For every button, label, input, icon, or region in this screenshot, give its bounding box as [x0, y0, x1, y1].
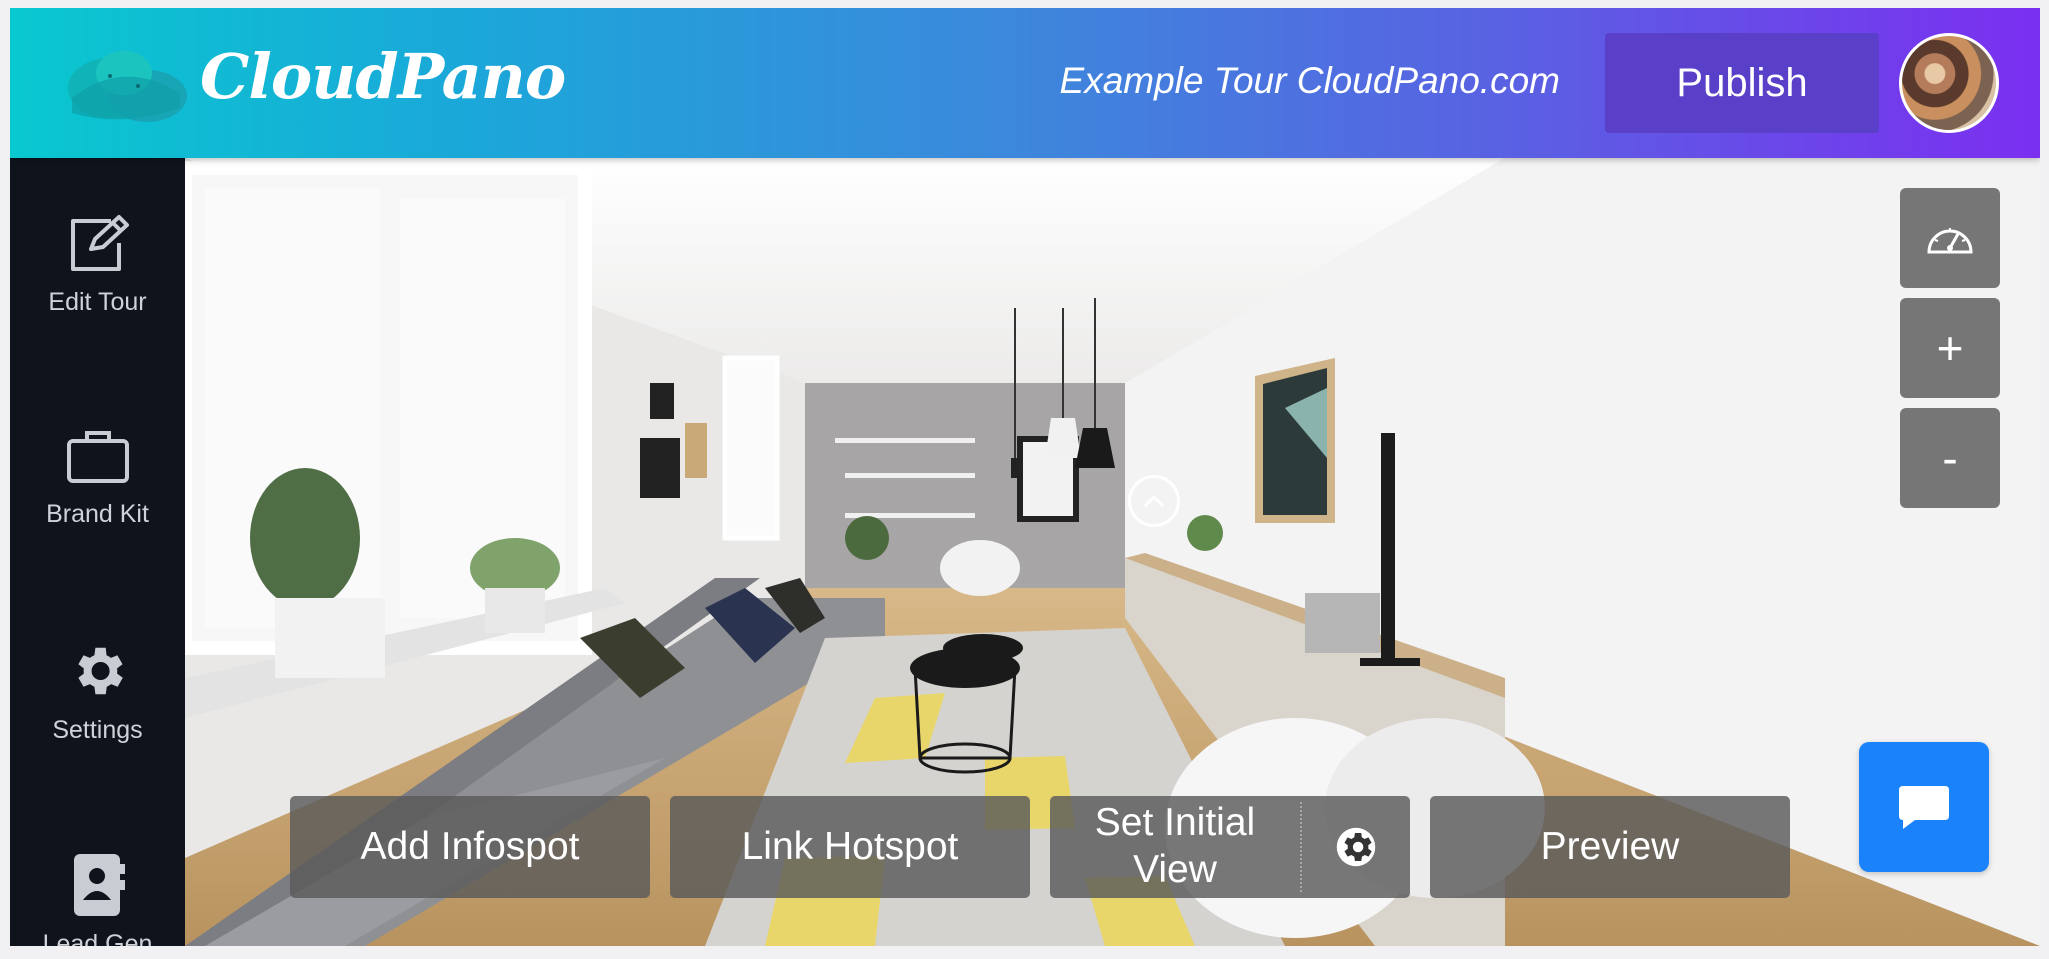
set-initial-view-label: Set Initial View	[1094, 801, 1256, 891]
sidebar-item-brand-kit[interactable]: Brand Kit	[10, 420, 185, 529]
chevron-up-icon	[1143, 494, 1165, 508]
sidebar-item-label: Settings	[52, 716, 143, 744]
user-avatar[interactable]	[1899, 33, 1999, 133]
add-infospot-button[interactable]: Add Infospot	[290, 796, 650, 898]
zoom-out-button[interactable]: -	[1900, 408, 2000, 508]
briefcase-icon	[63, 420, 133, 490]
gear-icon	[63, 636, 133, 706]
top-header: CloudPano Example Tour CloudPano.com Pub…	[10, 8, 2040, 158]
publish-button[interactable]: Publish	[1605, 33, 1879, 133]
contact-book-icon	[63, 850, 133, 920]
speedometer-button[interactable]	[1900, 188, 2000, 288]
edit-icon	[63, 208, 133, 278]
chat-button[interactable]	[1859, 742, 1989, 872]
sidebar-item-label: Brand Kit	[46, 500, 149, 528]
sidebar-item-label: Lead Gen	[42, 930, 153, 946]
preview-button[interactable]: Preview	[1430, 796, 1790, 898]
link-hotspot-button[interactable]: Link Hotspot	[670, 796, 1030, 898]
sidebar-item-settings[interactable]: Settings	[10, 636, 185, 745]
brand-name: CloudPano	[200, 40, 566, 113]
cloudpano-logo-icon	[68, 51, 187, 122]
set-initial-view-button[interactable]: Set Initial View	[1050, 796, 1410, 898]
navigation-hotspot[interactable]	[1128, 475, 1180, 527]
speedometer-icon	[1927, 228, 1973, 254]
tour-title: Example Tour CloudPano.com	[1059, 60, 1560, 101]
sidebar-item-edit-tour[interactable]: Edit Tour	[10, 208, 185, 317]
sidebar-item-lead-gen[interactable]: Lead Gen	[10, 850, 185, 946]
gear-icon[interactable]	[1335, 826, 1377, 868]
sidebar-item-label: Edit Tour	[48, 288, 147, 316]
button-divider	[1300, 802, 1302, 892]
sidebar: Edit Tour Brand Kit Settings Lead Gen	[10, 158, 185, 946]
chat-bubble-icon	[1899, 786, 1949, 829]
zoom-in-button[interactable]: +	[1900, 298, 2000, 398]
app-frame: CloudPano Example Tour CloudPano.com Pub…	[10, 8, 2040, 946]
